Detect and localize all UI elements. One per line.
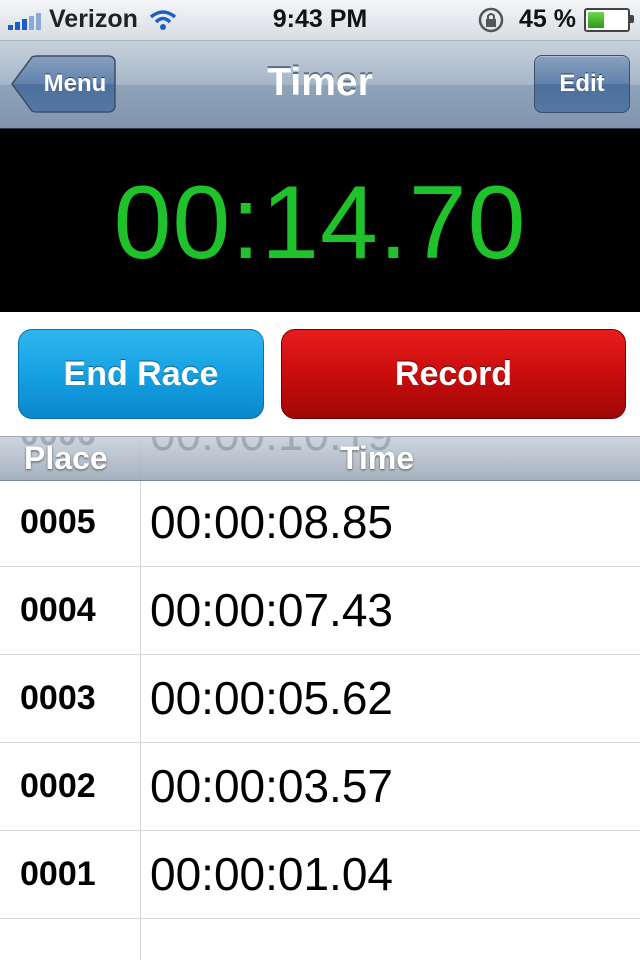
row-place: 0003 [20, 679, 96, 717]
header-time: Time [340, 440, 415, 476]
status-bar: Verizon 9:43 PM 45 % [0, 0, 640, 41]
battery-icon [584, 7, 634, 32]
rotation-lock-icon [478, 7, 504, 32]
row-time: 00:00:01.04 [150, 848, 394, 900]
row-place: 0001 [20, 855, 96, 893]
timer-display: 00:14.70 [0, 129, 640, 312]
results-rows: 000600:00:10.19000500:00:08.85000400:00:… [0, 436, 640, 919]
end-race-button[interactable]: End Race [18, 329, 264, 419]
table-row[interactable]: 0005 00:00:08.85 [0, 479, 640, 567]
battery-percent: 45 % [519, 5, 576, 33]
table-row[interactable]: 0001 00:00:01.04 [0, 831, 640, 919]
edit-button[interactable]: Edit [534, 55, 630, 113]
row-time: 00:00:05.62 [150, 672, 394, 724]
results-table[interactable]: 000600:00:10.19000500:00:08.85000400:00:… [0, 436, 640, 960]
battery-level [588, 11, 604, 28]
record-button[interactable]: Record [281, 329, 626, 419]
table-header: Place Time [0, 436, 640, 481]
table-row[interactable]: 0004 00:00:07.43 [0, 567, 640, 655]
row-place: 0004 [20, 591, 96, 629]
elapsed-time: 00:14.70 [113, 165, 527, 281]
table-row[interactable]: 0003 00:00:05.62 [0, 655, 640, 743]
row-place: 0005 [20, 503, 96, 541]
row-time: 00:00:07.43 [150, 584, 394, 636]
row-time: 00:00:03.57 [150, 760, 394, 812]
table-row[interactable]: 0002 00:00:03.57 [0, 743, 640, 831]
status-right: 45 % [477, 5, 634, 34]
row-time: 00:00:08.85 [150, 496, 394, 548]
row-place: 0002 [20, 767, 96, 805]
navigation-bar: Menu Timer Edit [0, 41, 640, 129]
header-place: Place [24, 440, 108, 476]
